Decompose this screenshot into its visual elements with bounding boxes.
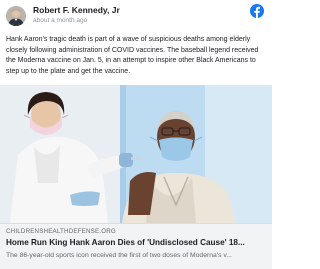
author-name[interactable]: Robert F. Kennedy, Jr [33, 5, 120, 15]
link-description: The 86-year-old sports icon received the… [6, 252, 232, 259]
link-preview-image[interactable] [0, 85, 272, 223]
facebook-post: Robert F. Kennedy, Jr about a month ago … [0, 0, 272, 269]
link-preview[interactable]: CHILDRENSHEALTHDEFENSE.ORG Home Run King… [0, 223, 272, 269]
post-text: Hank Aaron's tragic death is part of a w… [6, 36, 259, 75]
link-domain: CHILDRENSHEALTHDEFENSE.ORG [6, 228, 116, 235]
facebook-icon[interactable] [250, 4, 264, 18]
post-timestamp[interactable]: about a month ago [33, 17, 87, 24]
author-avatar[interactable] [6, 6, 26, 26]
link-title[interactable]: Home Run King Hank Aaron Dies of 'Undisc… [6, 238, 268, 247]
